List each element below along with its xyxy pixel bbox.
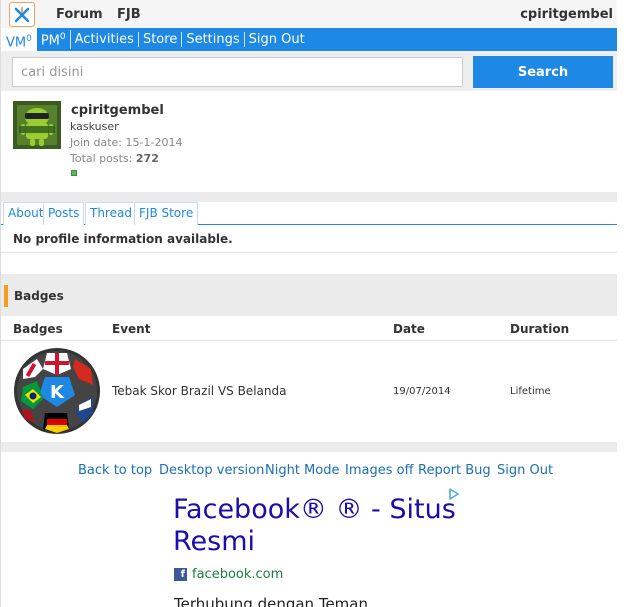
join-date-value: 15-1-2014 (125, 136, 183, 149)
nav-forum-link[interactable]: Forum (56, 7, 103, 22)
footer-images-off-link[interactable]: Images off (345, 463, 414, 478)
footer-back-to-top-link[interactable]: Back to top (78, 463, 152, 478)
table-header-divider (1, 340, 617, 341)
top-bar: Forum FJB cpiritgembel (1, 0, 617, 28)
footer-sign-out-link[interactable]: Sign Out (497, 463, 553, 478)
section-divider (1, 192, 617, 202)
badge-date: 19/07/2014 (393, 386, 451, 397)
page: Forum FJB cpiritgembel VM0 PM0 Activitie… (0, 0, 640, 607)
search-input[interactable] (12, 57, 463, 87)
profile-join-date: Join date: 15-1-2014 (70, 136, 182, 149)
kaskus-logo-icon[interactable] (9, 2, 35, 27)
section-divider (1, 442, 617, 452)
menu-pm-count: 0 (59, 32, 66, 43)
about-message: No profile information available. (13, 232, 233, 246)
avatar[interactable] (13, 101, 61, 149)
join-date-label: Join date: (70, 136, 126, 149)
profile-total-posts: Total posts: 272 (70, 152, 159, 165)
menu-pm-label: PM (40, 33, 60, 49)
facebook-icon: f (174, 568, 187, 581)
badges-section-title: Badges (14, 289, 64, 303)
column-header-event: Event (112, 322, 151, 336)
menu-vm-count: 0 (26, 34, 32, 44)
tab-fjb-store[interactable]: FJB Store (134, 202, 199, 225)
nav-fjb-link[interactable]: FJB (117, 7, 141, 22)
menu-activities[interactable]: Activities (71, 32, 139, 47)
footer-report-bug-link[interactable]: Report Bug (418, 463, 491, 478)
column-header-date: Date (393, 322, 425, 336)
ad-description: Terhubung dengan Teman (174, 595, 368, 607)
badge-event: Tebak Skor Brazil VS Belanda (112, 384, 287, 398)
profile-tabs: About Posts Thread FJB Store (1, 202, 617, 225)
header-username[interactable]: cpiritgembel (520, 7, 613, 22)
column-header-duration: Duration (510, 322, 570, 336)
profile-rank: kaskuser (70, 120, 119, 133)
menu-settings[interactable]: Settings (182, 32, 245, 47)
footer-desktop-version-link[interactable]: Desktop version (159, 463, 264, 478)
svg-text:K: K (50, 382, 65, 403)
search-bar: Search (1, 51, 617, 91)
total-posts-value: 272 (135, 152, 159, 165)
profile-username: cpiritgembel (71, 103, 164, 118)
menu-pm[interactable]: PM0 (37, 30, 71, 49)
menu-store[interactable]: Store (139, 32, 183, 47)
menu-sign-out[interactable]: Sign Out (245, 32, 309, 47)
search-button[interactable]: Search (473, 56, 613, 88)
footer-night-mode-link[interactable]: Night Mode (265, 463, 339, 478)
tab-thread[interactable]: Thread (85, 202, 137, 225)
profile-card: cpiritgembel kaskuser Join date: 15-1-20… (1, 91, 617, 192)
menu-vm-label: VM (6, 35, 27, 51)
menu-vm[interactable]: VM0 (1, 28, 37, 51)
total-posts-label: Total posts: (70, 152, 136, 165)
divider (1, 252, 617, 253)
tab-posts[interactable]: Posts (43, 202, 85, 225)
section-accent-bar (4, 285, 8, 307)
badges-section-header: Badges (1, 274, 617, 316)
column-header-badges: Badges (13, 322, 63, 336)
badge-duration: Lifetime (510, 386, 551, 397)
world-cup-badge-icon: K (14, 348, 100, 434)
ad-title-link[interactable]: Facebook® ® - Situs Resmi (173, 494, 473, 558)
online-status-indicator (71, 170, 77, 176)
user-menu-bar: VM0 PM0 Activities Store Settings Sign O… (1, 28, 617, 51)
tab-about[interactable]: About (3, 202, 49, 225)
ad-domain-link[interactable]: facebook.com (192, 567, 283, 582)
